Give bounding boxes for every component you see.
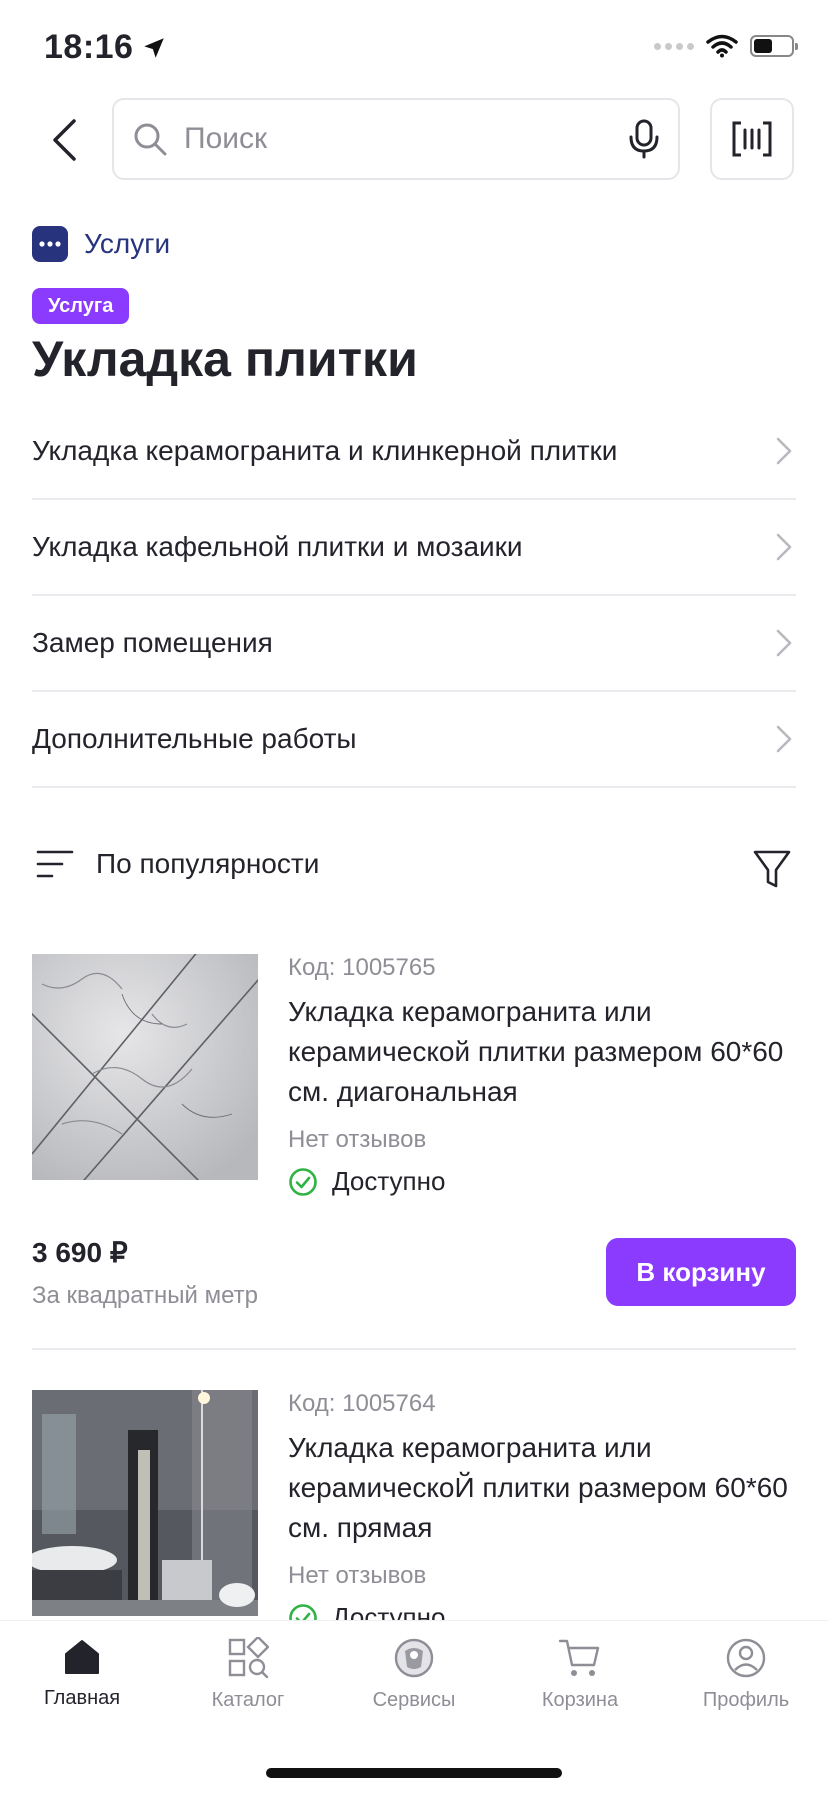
check-circle-icon: [289, 1167, 317, 1196]
product-info: Код: 1005764 Укладка керамогранита или к…: [288, 1390, 796, 1620]
tab-home[interactable]: Главная: [12, 1637, 152, 1710]
service-badge: Услуга: [32, 288, 130, 324]
cart-icon: [558, 1639, 600, 1676]
chevron-right-icon: [776, 533, 792, 561]
availability-status: Доступно: [288, 1602, 796, 1620]
filter-button[interactable]: [752, 848, 792, 892]
subcategory-label: Замер помещения: [32, 627, 273, 658]
tab-label: Каталог: [211, 1689, 285, 1711]
availability-label: Доступно: [332, 1166, 446, 1196]
profile-icon: [726, 1638, 766, 1678]
product-reviews[interactable]: Нет отзывов: [288, 1126, 796, 1154]
chevron-right-icon: [776, 437, 792, 465]
subcategory-item[interactable]: Укладка кафельной плитки и мозаики: [32, 500, 796, 596]
product-name[interactable]: Укладка керамогранита или керамическоЙ п…: [288, 1428, 796, 1548]
product-price: 3 690 ₽: [32, 1237, 128, 1268]
product-card[interactable]: Код: 1005765 Укладка керамогранита или к…: [32, 954, 796, 1350]
chevron-left-icon: [53, 119, 76, 161]
wifi-icon: [706, 34, 738, 58]
availability-status: Доступно: [288, 1166, 796, 1197]
tab-label: Профиль: [702, 1689, 790, 1711]
product-card[interactable]: Код: 1005764 Укладка керамогранита или к…: [32, 1390, 796, 1620]
barcode-scan-button[interactable]: [710, 98, 794, 180]
subcategory-label: Укладка кафельной плитки и мозаики: [32, 531, 523, 562]
add-to-cart-button[interactable]: В корзину: [606, 1238, 796, 1306]
tab-services[interactable]: Сервисы: [344, 1637, 484, 1712]
signal-icon: [654, 42, 694, 50]
status-time: 18:16: [44, 28, 167, 67]
tab-profile[interactable]: Профиль: [676, 1637, 816, 1712]
price-unit: За квадратный метр: [32, 1282, 258, 1309]
location-arrow-icon: [144, 37, 165, 58]
category-label: Услуги: [84, 228, 171, 259]
category-link[interactable]: Услуги: [32, 226, 170, 262]
card-divider: [32, 1348, 796, 1350]
services-icon: [394, 1638, 434, 1678]
subcategory-label: Укладка керамогранита и клинкерной плитк…: [32, 435, 618, 466]
more-dots-icon: [32, 226, 68, 262]
back-button[interactable]: [38, 110, 90, 170]
status-indicators: [654, 34, 798, 58]
subcategory-list: Укладка керамогранита и клинкерной плитк…: [32, 404, 796, 788]
subcategory-item[interactable]: Укладка керамогранита и клинкерной плитк…: [32, 404, 796, 500]
chevron-right-icon: [776, 629, 792, 657]
catalog-icon: [228, 1637, 269, 1679]
product-code: Код: 1005765: [288, 954, 436, 981]
product-name[interactable]: Укладка керамогранита или керамической п…: [288, 992, 796, 1112]
product-image[interactable]: [32, 954, 258, 1180]
microphone-icon[interactable]: [628, 119, 660, 159]
barcode-icon: [732, 121, 772, 157]
search-icon: [134, 123, 167, 156]
sort-lines-icon: [36, 850, 74, 878]
sort-label: По популярности: [96, 848, 320, 879]
home-indicator: [266, 1768, 562, 1778]
chevron-right-icon: [776, 725, 792, 753]
battery-icon: [750, 35, 798, 57]
search-placeholder: Поиск: [184, 122, 268, 155]
subcategory-item[interactable]: Дополнительные работы: [32, 692, 796, 788]
tab-cart[interactable]: Корзина: [510, 1637, 650, 1712]
tab-label: Корзина: [541, 1689, 619, 1711]
page-title: Укладка плитки: [32, 331, 418, 387]
home-icon: [65, 1640, 99, 1674]
product-reviews[interactable]: Нет отзывов: [288, 1562, 796, 1590]
tab-catalog[interactable]: Каталог: [178, 1637, 318, 1712]
status-time-label: 18:16: [44, 28, 134, 66]
sort-button[interactable]: По популярности: [36, 848, 319, 880]
availability-label: Доступно: [332, 1602, 446, 1620]
product-code: Код: 1005764: [288, 1390, 436, 1417]
filter-funnel-icon: [753, 850, 791, 888]
subcategory-label: Дополнительные работы: [32, 723, 357, 754]
product-image[interactable]: [32, 1390, 258, 1616]
search-input[interactable]: Поиск: [112, 98, 680, 180]
subcategory-item[interactable]: Замер помещения: [32, 596, 796, 692]
check-circle-icon: [289, 1603, 317, 1620]
tab-label: Главная: [43, 1687, 121, 1709]
product-info: Код: 1005765 Укладка керамогранита или к…: [288, 954, 796, 1197]
tab-label: Сервисы: [372, 1689, 456, 1711]
